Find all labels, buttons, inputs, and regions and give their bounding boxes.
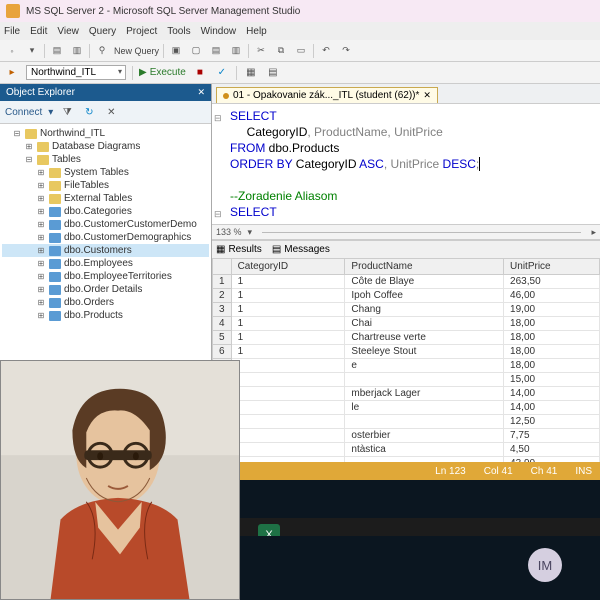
- tree-item[interactable]: ⊞dbo.Employees: [2, 257, 209, 270]
- status-ch: Ch 41: [531, 466, 558, 477]
- parse-icon[interactable]: ✓: [214, 65, 230, 81]
- status-col: Col 41: [484, 466, 513, 477]
- menubar: File Edit View Query Project Tools Windo…: [0, 22, 600, 40]
- menu-file[interactable]: File: [4, 26, 20, 37]
- menu-view[interactable]: View: [57, 26, 79, 37]
- table-row[interactable]: 31Chang19,00: [213, 303, 600, 317]
- titlebar: MS SQL Server 2 - Microsoft SQL Server M…: [0, 0, 600, 22]
- text-icon[interactable]: ▤: [265, 65, 281, 81]
- menu-project[interactable]: Project: [126, 26, 157, 37]
- menu-help[interactable]: Help: [246, 26, 267, 37]
- grid-icon[interactable]: ▦: [243, 65, 259, 81]
- tree-item[interactable]: ⊞dbo.CustomerDemographics: [2, 231, 209, 244]
- table-row[interactable]: 21Ipoh Coffee46,00: [213, 289, 600, 303]
- table-row[interactable]: e18,00: [213, 359, 600, 373]
- tree-tables[interactable]: ⊟Tables: [2, 153, 209, 166]
- tree-item[interactable]: ⊞dbo.Order Details: [2, 283, 209, 296]
- undo-icon[interactable]: ↶: [318, 43, 334, 59]
- tree-item[interactable]: ⊞External Tables: [2, 192, 209, 205]
- grid-icon: ▦: [216, 244, 225, 255]
- zoom-bar: 133 %▾ ▸: [212, 224, 600, 240]
- participant-avatar[interactable]: IM: [528, 548, 562, 582]
- forward-icon[interactable]: ▾: [24, 43, 40, 59]
- close-icon[interactable]: ✕: [197, 87, 205, 98]
- table-row[interactable]: osterbier7,75: [213, 429, 600, 443]
- scroll-right-icon[interactable]: ▸: [591, 227, 596, 238]
- dirty-icon: [223, 93, 229, 99]
- new-query-icon[interactable]: ⚲: [94, 43, 110, 59]
- tree-item[interactable]: ⊞FileTables: [2, 179, 209, 192]
- toolbar-query: ▸ Northwind_ITL ▶ Execute ■ ✓ ▦ ▤: [0, 62, 600, 84]
- cut-icon[interactable]: ✂: [253, 43, 269, 59]
- tree-item[interactable]: ⊞dbo.Products: [2, 309, 209, 322]
- table-row[interactable]: le14,00: [213, 401, 600, 415]
- copy-icon[interactable]: ⧉: [273, 43, 289, 59]
- tab-strip: 01 - Opakovanie zák..._ITL (student (62)…: [212, 84, 600, 104]
- refresh-icon[interactable]: ↻: [81, 104, 97, 120]
- tb-icon-3[interactable]: ▤: [208, 43, 224, 59]
- table-row[interactable]: 61Steeleye Stout18,00: [213, 345, 600, 359]
- tree-item[interactable]: ⊞dbo.Orders: [2, 296, 209, 309]
- stop-icon[interactable]: ■: [192, 65, 208, 81]
- zoom-level[interactable]: 133 %: [216, 227, 242, 237]
- menu-window[interactable]: Window: [201, 26, 237, 37]
- execute-button[interactable]: ▶ Execute: [139, 67, 186, 78]
- connect-button[interactable]: Connect: [5, 107, 42, 118]
- redo-icon[interactable]: ↷: [338, 43, 354, 59]
- ssms-icon: [6, 4, 20, 18]
- results-tabs: ▦Results ▤Messages: [212, 240, 600, 258]
- tab-query[interactable]: 01 - Opakovanie zák..._ITL (student (62)…: [216, 87, 438, 103]
- back-icon[interactable]: ◦: [4, 43, 20, 59]
- tree-item[interactable]: ⊞dbo.EmployeeTerritories: [2, 270, 209, 283]
- table-row[interactable]: 12,50: [213, 415, 600, 429]
- paste-icon[interactable]: ▭: [293, 43, 309, 59]
- menu-tools[interactable]: Tools: [167, 26, 190, 37]
- tb-icon-2[interactable]: ▢: [188, 43, 204, 59]
- tab-messages[interactable]: ▤Messages: [272, 244, 330, 255]
- results-grid[interactable]: CategoryID ProductName UnitPrice 11Côte …: [212, 258, 600, 462]
- table-row[interactable]: 11Côte de Blaye263,50: [213, 275, 600, 289]
- save-icon[interactable]: ▤: [49, 43, 65, 59]
- table-row[interactable]: 15,00: [213, 373, 600, 387]
- tree-item[interactable]: ⊞System Tables: [2, 166, 209, 179]
- table-row[interactable]: 41Chai18,00: [213, 317, 600, 331]
- tree-item[interactable]: ⊞dbo.CustomerCustomerDemo: [2, 218, 209, 231]
- table-row[interactable]: mberjack Lager14,00: [213, 387, 600, 401]
- stop-sync-icon[interactable]: ✕: [103, 104, 119, 120]
- sql-editor[interactable]: ⊟ SELECT CategoryID, ProductName, UnitPr…: [212, 104, 600, 224]
- tb-icon-1[interactable]: ▣: [168, 43, 184, 59]
- database-selector[interactable]: Northwind_ITL: [26, 65, 126, 80]
- msg-icon: ▤: [272, 244, 281, 255]
- tb-icon-4[interactable]: ▥: [228, 43, 244, 59]
- open-icon[interactable]: ▥: [69, 43, 85, 59]
- tab-results[interactable]: ▦Results: [216, 244, 262, 255]
- tree-item[interactable]: ⊞dbo.Customers: [2, 244, 209, 257]
- editor-area: 01 - Opakovanie zák..._ITL (student (62)…: [212, 84, 600, 480]
- db-icon[interactable]: ▸: [4, 65, 20, 81]
- tree-db[interactable]: ⊟Northwind_ITL: [2, 127, 209, 140]
- webcam-overlay: [0, 360, 240, 600]
- filter-icon[interactable]: ⧩: [59, 104, 75, 120]
- status-ln: Ln 123: [435, 466, 466, 477]
- table-row[interactable]: ntàstica4,50: [213, 443, 600, 457]
- menu-edit[interactable]: Edit: [30, 26, 47, 37]
- table-row[interactable]: 51Chartreuse verte18,00: [213, 331, 600, 345]
- object-explorer-toolbar: Connect ▾ ⧩ ↻ ✕: [0, 101, 211, 124]
- status-ins: INS: [575, 466, 592, 477]
- toolbar-main: ◦ ▾ ▤ ▥ ⚲ New Query ▣ ▢ ▤ ▥ ✂ ⧉ ▭ ↶ ↷: [0, 40, 600, 62]
- tree-diagrams[interactable]: ⊞Database Diagrams: [2, 140, 209, 153]
- menu-query[interactable]: Query: [89, 26, 116, 37]
- new-query-button[interactable]: New Query: [114, 46, 159, 56]
- window-title: MS SQL Server 2 - Microsoft SQL Server M…: [26, 6, 300, 17]
- tree-item[interactable]: ⊞dbo.Categories: [2, 205, 209, 218]
- tab-close-icon[interactable]: ✕: [423, 90, 431, 101]
- statusbar: Ln 123 Col 41 Ch 41 INS: [212, 462, 600, 480]
- object-explorer-title: Object Explorer ✕: [0, 84, 211, 101]
